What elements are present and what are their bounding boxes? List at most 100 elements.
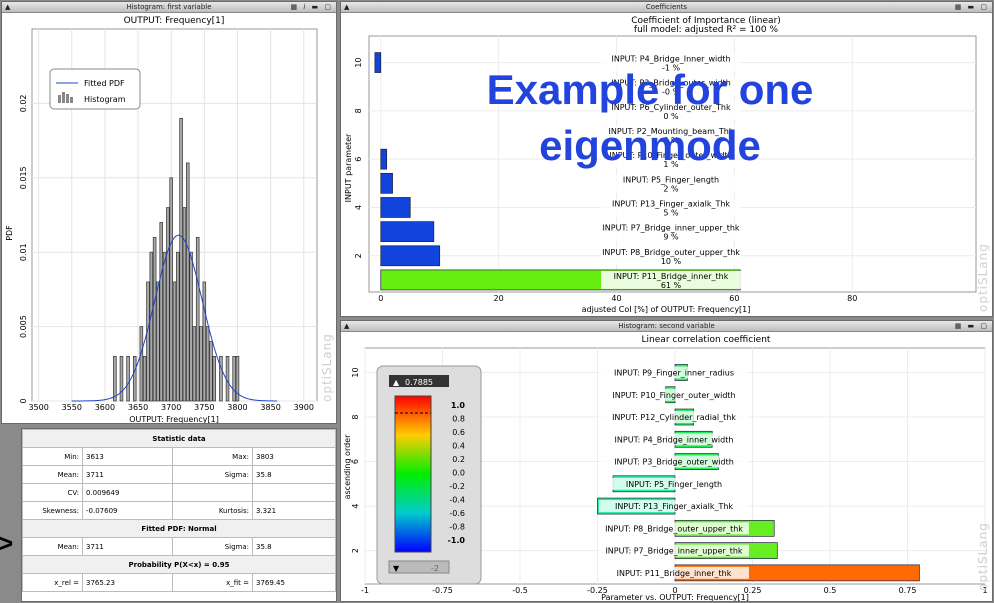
coi-category-label: INPUT: P4_Bridge_Inner_width: [611, 55, 730, 64]
coi-value-label: 1 %: [663, 160, 679, 169]
collapse-arrow-icon[interactable]: ▲: [344, 321, 349, 332]
correlation-chart: Linear correlation coefficient INPUT: P1…: [343, 335, 988, 601]
correlation-titlebar[interactable]: ▲ Histogram: second variable ▦ ▬ ▢: [341, 321, 992, 332]
max-label: Max:: [172, 447, 253, 466]
correlation-category-label: INPUT: P7_Bridge_inner_upper_thk: [605, 547, 742, 556]
coi-value-label: 0 %: [663, 136, 679, 145]
colorbar-tick-label: -1.0: [448, 536, 466, 545]
histogram-bar: [219, 356, 223, 402]
coi-value-label: -1 %: [662, 64, 681, 73]
y-tick-label: 6: [351, 459, 360, 464]
statistic-data-header: Statistic data: [22, 429, 336, 448]
histogram-bar: [185, 162, 190, 402]
window-controls-icon[interactable]: ▦ i ▬ ▢: [291, 2, 333, 13]
colorbar-widget[interactable]: ▲ 0.7885 1.0 0.8 0.6 0.4 0.2 0.0 -0.2 -0.4 -0.6 -…: [376, 365, 482, 585]
histogram-bar: [162, 251, 167, 402]
x-tick-label: 0: [378, 294, 383, 303]
histogram-bar: [176, 251, 180, 402]
correlation-category-label: INPUT: P5_Finger_length: [626, 480, 722, 489]
y-tick-label: 0.015: [19, 166, 28, 189]
x-tick-label: 3700: [161, 403, 181, 412]
correlation-category-label: INPUT: P12_Cylinder_radial_thk: [612, 413, 736, 422]
coi-value-label: 10 %: [661, 257, 682, 266]
window-controls-icon[interactable]: ▦ ▬ ▢: [955, 2, 989, 13]
collapse-arrow-icon[interactable]: ▲: [5, 2, 10, 13]
empty-cell: [252, 483, 336, 502]
colorbar-tick-label: 0.2: [452, 455, 465, 464]
coi-value-label: -0 %: [662, 88, 681, 97]
coi-category-label: INPUT: P8_Bridge_outer_upper_thk: [602, 248, 740, 257]
triangle-down-icon: ▼: [393, 564, 400, 573]
coi-value-label: 9 %: [663, 233, 679, 242]
y-tick-label: 0: [19, 398, 28, 403]
colorbar-tick-label: -0.2: [449, 482, 465, 491]
colorbar-tick-label: 0.0: [452, 469, 465, 478]
coi-bar: [380, 148, 388, 170]
colorbar-bottom-value: -2: [431, 564, 439, 573]
y-tick-label: 8: [354, 108, 363, 113]
y-tick-label: 0.005: [19, 315, 28, 338]
colorbar-tick-label: -0.8: [449, 523, 465, 532]
histogram-bar: [119, 356, 124, 402]
correlation-category-label: INPUT: P8_Bridge_outer_upper_thk: [605, 524, 743, 533]
coi-bar: [380, 172, 393, 194]
colorbar-top-value: 0.7885: [405, 378, 433, 387]
histogram-bar: [149, 251, 154, 402]
statistics-panel: Statistic data Min: 3613 Max: 3803 Mean:…: [21, 428, 337, 602]
coefficients-titlebar[interactable]: ▲ Coefficients ▦ ▬ ▢: [341, 2, 992, 13]
histogram-bar: [212, 356, 217, 402]
histogram-bar: [126, 356, 130, 402]
collapse-arrow-icon[interactable]: ▲: [344, 2, 349, 13]
histogram-bar: [166, 207, 170, 402]
sigma-label: Sigma:: [172, 465, 253, 484]
x-tick-label: 20: [494, 294, 504, 303]
histogram-bar: [209, 341, 213, 402]
max-value: 3803: [252, 447, 336, 466]
correlation-category-label: INPUT: P4_Bridge_inner_width: [615, 435, 734, 444]
mean-label: Mean:: [22, 465, 83, 484]
histogram-titlebar[interactable]: ▲ Histogram: first variable ▦ i ▬ ▢: [2, 2, 336, 13]
correlation-category-label: INPUT: P11_Bridge_inner_thk: [617, 569, 732, 578]
coefficients-window-title: Coefficients: [645, 3, 688, 11]
y-tick-label: 0.02: [19, 94, 28, 112]
coi-value-label: 5 %: [663, 208, 679, 217]
coi-subtitle: full model: adjusted R² = 100 %: [634, 25, 779, 35]
histogram-bar: [232, 356, 236, 402]
probability-header: Probability P(X<x) = 0.95: [22, 555, 336, 574]
min-value: 3613: [82, 447, 173, 466]
correlation-category-label: INPUT: P9_Finger_inner_radius: [614, 368, 734, 377]
cv-value: 0.009649: [82, 483, 173, 502]
skewness-label: Skewness:: [22, 501, 83, 520]
mean-value: 3711: [82, 465, 173, 484]
colorbar-tick-label: -0.6: [449, 509, 465, 518]
coi-category-label: INPUT: P2_Mounting_beam_Thk: [609, 127, 734, 136]
histogram-plot-title: OUTPUT: Frequency[1]: [124, 16, 225, 26]
legend-fitted-label: Fitted PDF: [84, 79, 125, 88]
y-tick-label: 2: [354, 253, 363, 258]
correlation-category-label: INPUT: P3_Bridge_outer_width: [614, 458, 734, 467]
empty-cell: [172, 483, 253, 502]
window-controls-icon[interactable]: ▦ ▬ ▢: [955, 321, 989, 332]
colorbar-tick-label: 0.4: [452, 442, 465, 451]
x-tick-label: 3500: [28, 403, 48, 412]
histogram-bar: [195, 236, 200, 402]
coi-chart: Coefficient of Importance (linear) full …: [344, 16, 977, 314]
coi-category-label: INPUT: P5_Finger_length: [623, 175, 719, 184]
correlation-panel: ▲ Histogram: second variable ▦ ▬ ▢ Linea…: [340, 320, 993, 602]
kurtosis-value: 3.321: [252, 501, 336, 520]
y-tick-label: 2: [351, 548, 360, 553]
histogram-bar: [113, 356, 117, 402]
histogram-bar: [156, 281, 160, 402]
fitted-pdf-header: Fitted PDF: Normal: [22, 519, 336, 538]
x-tick-label: 80: [847, 294, 857, 303]
x-tick-label: 40: [611, 294, 621, 303]
correlation-title: Linear correlation coefficient: [642, 335, 771, 345]
coi-value-label: 2 %: [663, 184, 679, 193]
coi-value-label: 61 %: [661, 281, 682, 290]
watermark-text: optiSLang: [976, 522, 990, 591]
coi-bar: [380, 197, 411, 218]
histogram-legend: Fitted PDF Histogram: [49, 68, 141, 110]
coi-category-label: INPUT: P6_Cylinder_outer_Thk: [611, 103, 731, 112]
x-tick-label: -0.5: [512, 586, 528, 595]
y-tick-label: 4: [351, 504, 360, 509]
